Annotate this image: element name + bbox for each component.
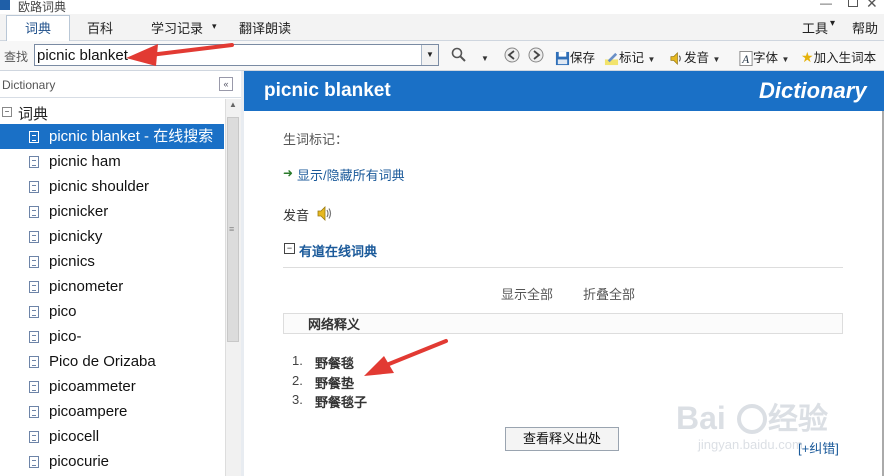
annotation-arrow — [364, 339, 448, 376]
svg-text:Bai: Bai — [676, 400, 726, 436]
svg-text:经验: 经验 — [768, 402, 828, 436]
annotation-arrow — [126, 43, 234, 66]
watermark-logo: Bai 经验 jingyan.baidu.com — [676, 400, 828, 452]
svg-text:jingyan.baidu.com: jingyan.baidu.com — [697, 437, 803, 452]
